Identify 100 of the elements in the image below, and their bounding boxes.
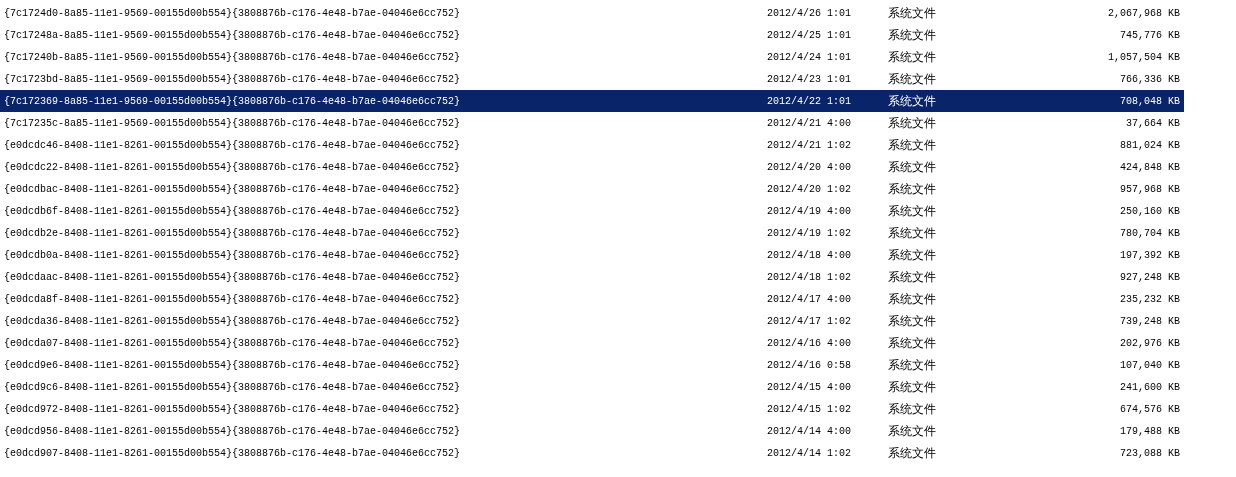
file-row[interactable]: {e0dcdb0a-8408-11e1-8261-00155d00b554}{3808876b-c176-4e48-b7ae-04046e6cc752} 2012/4/18 4:00 系统文件 197,392 KB <box>0 244 1184 266</box>
file-row[interactable]: {e0dcdaac-8408-11e1-8261-00155d00b554}{3808876b-c176-4e48-b7ae-04046e6cc752} 2012/4/18 1:02 系统文件 927,248 KB <box>0 266 1184 288</box>
file-row[interactable]: {e0dcd956-8408-11e1-8261-00155d00b554}{3808876b-c176-4e48-b7ae-04046e6cc752} 2012/4/14 4:00 系统文件 179,488 KB <box>0 420 1184 442</box>
file-row[interactable]: {e0dcd9e6-8408-11e1-8261-00155d00b554}{3808876b-c176-4e48-b7ae-04046e6cc752} 2012/4/16 0:58 系统文件 107,040 KB <box>0 354 1184 376</box>
file-row[interactable]: {7c1724d0-8a85-11e1-9569-00155d00b554}{3808876b-c176-4e48-b7ae-04046e6cc752} 2012/4/26 1:01 系统文件 2,067,968 KB <box>0 2 1184 24</box>
file-size: 2,067,968 KB <box>1107 7 1180 19</box>
file-type: 系统文件 <box>888 444 937 462</box>
file-row[interactable]: {e0dcda07-8408-11e1-8261-00155d00b554}{3808876b-c176-4e48-b7ae-04046e6cc752} 2012/4/16 4:00 系统文件 202,976 KB <box>0 332 1184 354</box>
file-name: {e0dcd972-8408-11e1-8261-00155d00b554}{3808876b-c176-4e48-b7ae-04046e6cc752} <box>4 403 462 415</box>
file-row[interactable]: {7c17235c-8a85-11e1-9569-00155d00b554}{3808876b-c176-4e48-b7ae-04046e6cc752} 2012/4/21 4:00 系统文件 37,664 KB <box>0 112 1184 134</box>
modified-date: 2012/4/24 1:01 <box>767 51 852 63</box>
file-size: 766,336 KB <box>1119 73 1180 85</box>
file-type: 系统文件 <box>888 202 937 220</box>
file-size: 708,048 KB <box>1119 95 1180 107</box>
file-size: 1,057,504 KB <box>1107 51 1180 63</box>
file-row[interactable]: {7c17240b-8a85-11e1-9569-00155d00b554}{3808876b-c176-4e48-b7ae-04046e6cc752} 2012/4/24 1:01 系统文件 1,057,504 KB <box>0 46 1184 68</box>
file-name: {7c1724d0-8a85-11e1-9569-00155d00b554}{3808876b-c176-4e48-b7ae-04046e6cc752} <box>4 7 462 19</box>
modified-date: 2012/4/17 1:02 <box>767 315 852 327</box>
file-size: 197,392 KB <box>1119 249 1180 261</box>
file-size: 250,160 KB <box>1119 205 1180 217</box>
file-type: 系统文件 <box>888 4 937 22</box>
file-name: {e0dcdb2e-8408-11e1-8261-00155d00b554}{3808876b-c176-4e48-b7ae-04046e6cc752} <box>4 227 462 239</box>
file-type: 系统文件 <box>888 422 937 440</box>
file-row[interactable]: {e0dcd9c6-8408-11e1-8261-00155d00b554}{3808876b-c176-4e48-b7ae-04046e6cc752} 2012/4/15 4:00 系统文件 241,600 KB <box>0 376 1184 398</box>
file-size: 235,232 KB <box>1119 293 1180 305</box>
file-row[interactable]: {e0dcda8f-8408-11e1-8261-00155d00b554}{3808876b-c176-4e48-b7ae-04046e6cc752} 2012/4/17 4:00 系统文件 235,232 KB <box>0 288 1184 310</box>
modified-date: 2012/4/19 4:00 <box>767 205 852 217</box>
file-name: {e0dcdb6f-8408-11e1-8261-00155d00b554}{3808876b-c176-4e48-b7ae-04046e6cc752} <box>4 205 462 217</box>
file-size: 37,664 KB <box>1125 117 1180 129</box>
file-size: 739,248 KB <box>1119 315 1180 327</box>
modified-date: 2012/4/22 1:01 <box>767 95 852 107</box>
modified-date: 2012/4/15 4:00 <box>767 381 852 393</box>
file-type: 系统文件 <box>888 290 937 308</box>
file-row[interactable]: {e0dcd972-8408-11e1-8261-00155d00b554}{3808876b-c176-4e48-b7ae-04046e6cc752} 2012/4/15 1:02 系统文件 674,576 KB <box>0 398 1184 420</box>
file-type: 系统文件 <box>888 268 937 286</box>
modified-date: 2012/4/23 1:01 <box>767 73 852 85</box>
file-name: {e0dcdc46-8408-11e1-8261-00155d00b554}{3808876b-c176-4e48-b7ae-04046e6cc752} <box>4 139 462 151</box>
file-type: 系统文件 <box>888 26 937 44</box>
file-name: {e0dcd9e6-8408-11e1-8261-00155d00b554}{3808876b-c176-4e48-b7ae-04046e6cc752} <box>4 359 462 371</box>
file-type: 系统文件 <box>888 378 937 396</box>
file-name: {e0dcd956-8408-11e1-8261-00155d00b554}{3808876b-c176-4e48-b7ae-04046e6cc752} <box>4 425 462 437</box>
file-type: 系统文件 <box>888 136 937 154</box>
file-size: 179,488 KB <box>1119 425 1180 437</box>
file-row[interactable]: {7c17248a-8a85-11e1-9569-00155d00b554}{3808876b-c176-4e48-b7ae-04046e6cc752} 2012/4/25 1:01 系统文件 745,776 KB <box>0 24 1184 46</box>
file-type: 系统文件 <box>888 114 937 132</box>
file-row[interactable]: {e0dcdc22-8408-11e1-8261-00155d00b554}{3808876b-c176-4e48-b7ae-04046e6cc752} 2012/4/20 4:00 系统文件 424,848 KB <box>0 156 1184 178</box>
file-name: {e0dcda07-8408-11e1-8261-00155d00b554}{3808876b-c176-4e48-b7ae-04046e6cc752} <box>4 337 462 349</box>
file-row[interactable]: {e0dcdc46-8408-11e1-8261-00155d00b554}{3808876b-c176-4e48-b7ae-04046e6cc752} 2012/4/21 1:02 系统文件 881,024 KB <box>0 134 1184 156</box>
modified-date: 2012/4/25 1:01 <box>767 29 852 41</box>
modified-date: 2012/4/26 1:01 <box>767 7 852 19</box>
modified-date: 2012/4/14 1:02 <box>767 447 852 459</box>
file-name: {e0dcda8f-8408-11e1-8261-00155d00b554}{3808876b-c176-4e48-b7ae-04046e6cc752} <box>4 293 462 305</box>
modified-date: 2012/4/18 1:02 <box>767 271 852 283</box>
file-row[interactable]: {e0dcda36-8408-11e1-8261-00155d00b554}{3808876b-c176-4e48-b7ae-04046e6cc752} 2012/4/17 1:02 系统文件 739,248 KB <box>0 310 1184 332</box>
file-type: 系统文件 <box>888 92 937 110</box>
file-type: 系统文件 <box>888 70 937 88</box>
file-size: 881,024 KB <box>1119 139 1180 151</box>
file-row[interactable]: {e0dcdb2e-8408-11e1-8261-00155d00b554}{3808876b-c176-4e48-b7ae-04046e6cc752} 2012/4/19 1:02 系统文件 780,704 KB <box>0 222 1184 244</box>
file-row[interactable]: {e0dcdbac-8408-11e1-8261-00155d00b554}{3808876b-c176-4e48-b7ae-04046e6cc752} 2012/4/20 1:02 系统文件 957,968 KB <box>0 178 1184 200</box>
file-type: 系统文件 <box>888 224 937 242</box>
file-size: 780,704 KB <box>1119 227 1180 239</box>
file-name: {e0dcdb0a-8408-11e1-8261-00155d00b554}{3808876b-c176-4e48-b7ae-04046e6cc752} <box>4 249 462 261</box>
file-name: {e0dcdaac-8408-11e1-8261-00155d00b554}{3808876b-c176-4e48-b7ae-04046e6cc752} <box>4 271 462 283</box>
modified-date: 2012/4/15 1:02 <box>767 403 852 415</box>
file-size: 107,040 KB <box>1119 359 1180 371</box>
file-type: 系统文件 <box>888 180 937 198</box>
modified-date: 2012/4/16 4:00 <box>767 337 852 349</box>
file-size: 723,088 KB <box>1119 447 1180 459</box>
file-type: 系统文件 <box>888 356 937 374</box>
file-type: 系统文件 <box>888 400 937 418</box>
file-name: {e0dcd9c6-8408-11e1-8261-00155d00b554}{3808876b-c176-4e48-b7ae-04046e6cc752} <box>4 381 462 393</box>
modified-date: 2012/4/21 1:02 <box>767 139 852 151</box>
file-row[interactable]: {e0dcdb6f-8408-11e1-8261-00155d00b554}{3808876b-c176-4e48-b7ae-04046e6cc752} 2012/4/19 4:00 系统文件 250,160 KB <box>0 200 1184 222</box>
file-name: {7c1723bd-8a85-11e1-9569-00155d00b554}{3808876b-c176-4e48-b7ae-04046e6cc752} <box>4 73 462 85</box>
file-name: {7c17248a-8a85-11e1-9569-00155d00b554}{3808876b-c176-4e48-b7ae-04046e6cc752} <box>4 29 462 41</box>
file-row[interactable]: {7c172369-8a85-11e1-9569-00155d00b554}{3808876b-c176-4e48-b7ae-04046e6cc752} 2012/4/22 1:01 系统文件 708,048 KB <box>0 90 1184 112</box>
modified-date: 2012/4/20 4:00 <box>767 161 852 173</box>
file-row[interactable]: {e0dcd907-8408-11e1-8261-00155d00b554}{3808876b-c176-4e48-b7ae-04046e6cc752} 2012/4/14 1:02 系统文件 723,088 KB <box>0 442 1184 464</box>
modified-date: 2012/4/18 4:00 <box>767 249 852 261</box>
file-type: 系统文件 <box>888 312 937 330</box>
modified-date: 2012/4/17 4:00 <box>767 293 852 305</box>
modified-date: 2012/4/14 4:00 <box>767 425 852 437</box>
file-type: 系统文件 <box>888 48 937 66</box>
file-name: {e0dcdc22-8408-11e1-8261-00155d00b554}{3808876b-c176-4e48-b7ae-04046e6cc752} <box>4 161 462 173</box>
file-size: 424,848 KB <box>1119 161 1180 173</box>
file-row[interactable]: {7c1723bd-8a85-11e1-9569-00155d00b554}{3808876b-c176-4e48-b7ae-04046e6cc752} 2012/4/23 1:01 系统文件 766,336 KB <box>0 68 1184 90</box>
modified-date: 2012/4/20 1:02 <box>767 183 852 195</box>
modified-date: 2012/4/21 4:00 <box>767 117 852 129</box>
file-name: {7c172369-8a85-11e1-9569-00155d00b554}{3808876b-c176-4e48-b7ae-04046e6cc752} <box>4 95 462 107</box>
file-name: {e0dcdbac-8408-11e1-8261-00155d00b554}{3808876b-c176-4e48-b7ae-04046e6cc752} <box>4 183 462 195</box>
modified-date: 2012/4/16 0:58 <box>767 359 852 371</box>
file-size: 745,776 KB <box>1119 29 1180 41</box>
file-name: {e0dcda36-8408-11e1-8261-00155d00b554}{3808876b-c176-4e48-b7ae-04046e6cc752} <box>4 315 462 327</box>
file-size: 202,976 KB <box>1119 337 1180 349</box>
file-size: 241,600 KB <box>1119 381 1180 393</box>
file-name: {e0dcd907-8408-11e1-8261-00155d00b554}{3808876b-c176-4e48-b7ae-04046e6cc752} <box>4 447 462 459</box>
file-size: 957,968 KB <box>1119 183 1180 195</box>
file-type: 系统文件 <box>888 334 937 352</box>
file-size: 674,576 KB <box>1119 403 1180 415</box>
modified-date: 2012/4/19 1:02 <box>767 227 852 239</box>
